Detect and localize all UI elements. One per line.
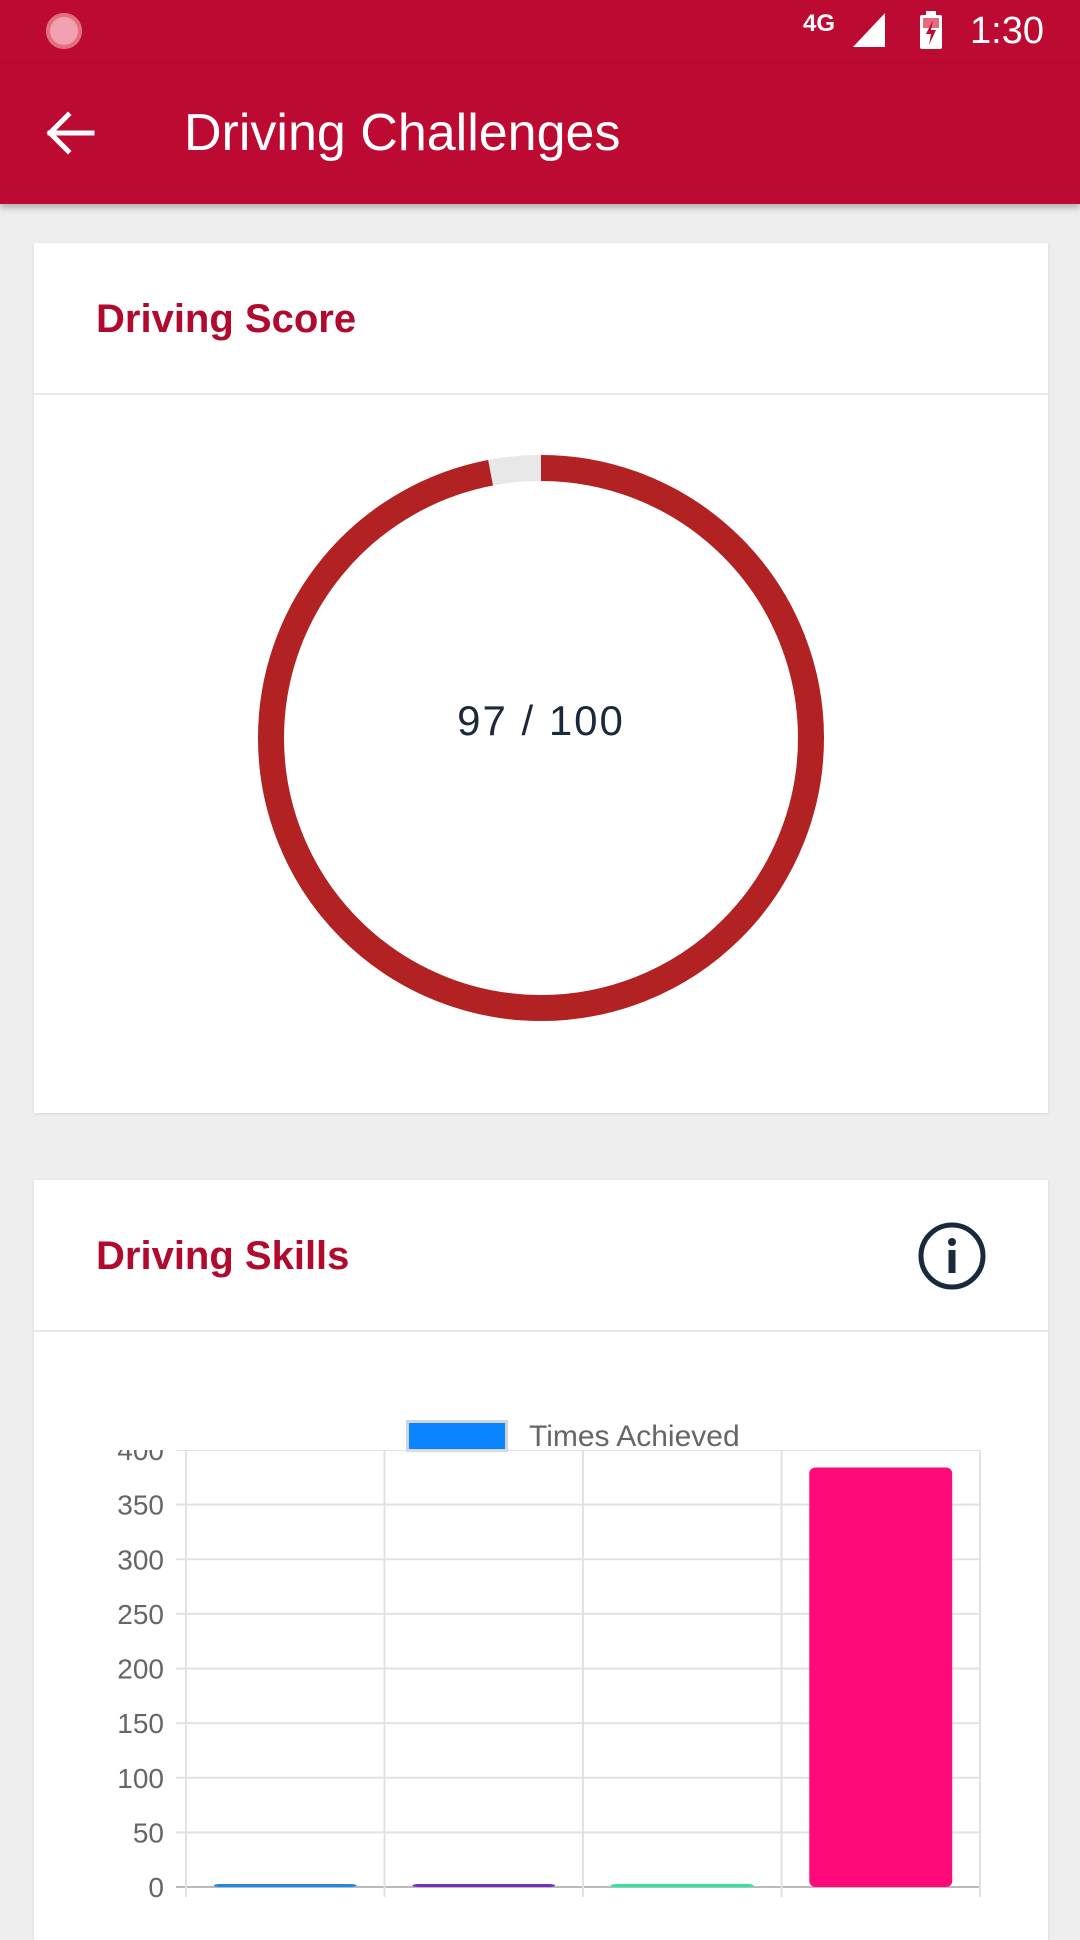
bar (213, 1884, 357, 1887)
y-tick-label: 400 (117, 1450, 164, 1466)
info-button[interactable] (918, 1222, 986, 1290)
bar (610, 1884, 754, 1887)
legend-label: Times Achieved (529, 1420, 740, 1453)
status-time: 1:30 (970, 10, 1044, 52)
y-tick-label: 150 (117, 1708, 164, 1739)
driving-skills-card: Driving Skills Times Achieved 0 50 100 150 2… (34, 1180, 1048, 1940)
score-gauge: 97 / 100 (256, 453, 826, 1023)
signal-icon (853, 13, 885, 47)
app-notification-icon (46, 13, 82, 49)
driving-score-title: Driving Score (96, 297, 357, 341)
network-type-label: 4G (803, 10, 836, 37)
y-tick-label: 350 (117, 1490, 164, 1521)
back-button[interactable] (36, 101, 108, 165)
driving-skills-title: Driving Skills (96, 1234, 350, 1278)
info-icon (918, 1222, 986, 1290)
page-title: Driving Challenges (184, 104, 621, 162)
driving-score-header: Driving Score (34, 243, 1048, 395)
bar (809, 1467, 953, 1887)
score-value: 97 / 100 (457, 697, 625, 744)
legend-swatch (406, 1420, 508, 1452)
y-tick-label: 200 (117, 1654, 164, 1685)
y-tick-label: 250 (117, 1599, 164, 1630)
y-tick-label: 50 (133, 1817, 164, 1848)
driving-skills-header: Driving Skills (34, 1180, 1048, 1332)
y-tick-label: 0 (148, 1872, 164, 1903)
y-tick-label: 100 (117, 1763, 164, 1794)
skills-bar-chart: 0 50 100 150 200 250 300 350 400 (117, 1450, 981, 1903)
status-bar: 4G 1:30 (0, 0, 1080, 63)
driving-score-card: Driving Score 97 / 100 (34, 243, 1048, 1113)
app-bar: Driving Challenges (0, 63, 1080, 204)
arrow-left-icon (46, 111, 95, 155)
y-tick-label: 300 (117, 1544, 164, 1575)
battery-charging-icon (920, 11, 942, 49)
bar (412, 1884, 556, 1887)
